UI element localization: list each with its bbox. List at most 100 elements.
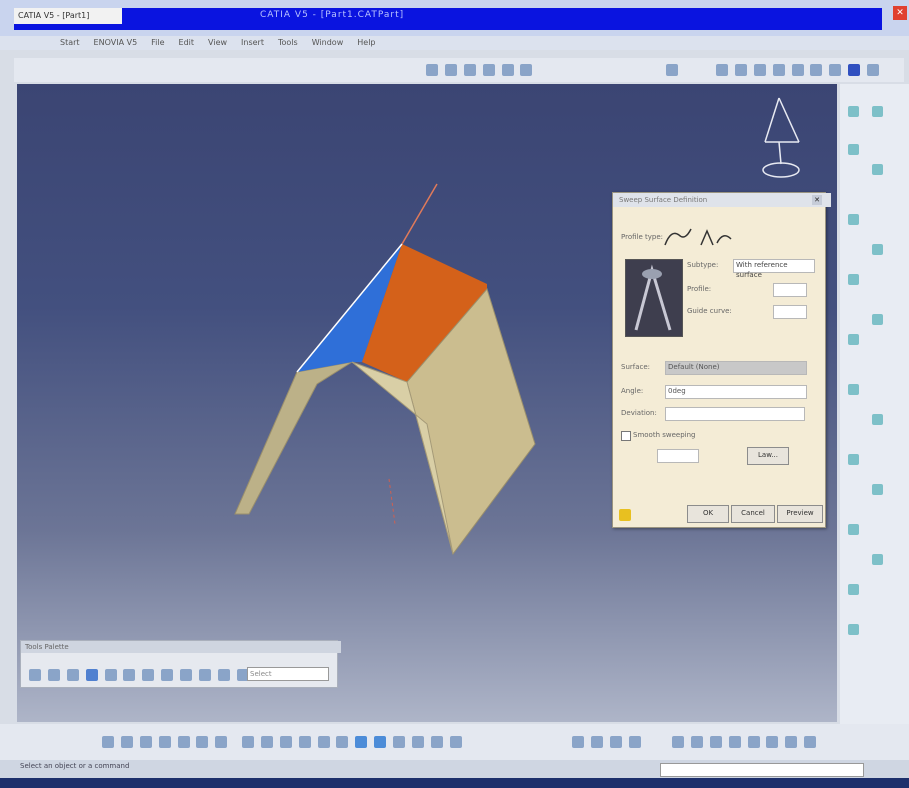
tool-icon[interactable]	[215, 736, 228, 748]
tool-icon[interactable]	[279, 736, 292, 748]
tool-icon[interactable]	[766, 736, 779, 748]
tool-icon[interactable]	[848, 334, 859, 345]
menu-window[interactable]: Window	[310, 36, 346, 50]
tool-icon[interactable]	[848, 214, 859, 225]
tool-icon[interactable]	[120, 736, 133, 748]
tool-icon[interactable]	[590, 736, 603, 748]
tool-icon[interactable]	[180, 669, 192, 681]
tool-icon[interactable]	[161, 669, 174, 681]
tool-icon[interactable]	[785, 736, 798, 748]
tool-icon[interactable]	[66, 669, 79, 681]
tool-icon[interactable]	[449, 736, 462, 748]
compass-icon[interactable]	[762, 97, 800, 178]
tool-icon[interactable]	[242, 736, 254, 748]
blend-icon[interactable]	[810, 64, 823, 76]
angular-correction-field[interactable]	[657, 449, 699, 463]
tool-icon[interactable]	[572, 736, 584, 748]
plane-icon[interactable]	[482, 64, 495, 76]
menu-file[interactable]: File	[149, 36, 166, 50]
tool-icon[interactable]	[872, 106, 883, 117]
tool-icon[interactable]	[85, 669, 98, 681]
profile-type-icons[interactable]	[661, 225, 741, 249]
preview-button[interactable]: Preview	[777, 505, 823, 523]
tool-icon[interactable]	[628, 736, 641, 748]
sweep-icon[interactable]	[753, 64, 766, 76]
tool-icon[interactable]	[47, 669, 60, 681]
curve-icon[interactable]	[501, 64, 514, 76]
guide-curve-field[interactable]	[773, 305, 807, 319]
command-input[interactable]	[660, 763, 864, 777]
tool-icon[interactable]	[260, 736, 273, 748]
tool-icon[interactable]	[872, 554, 883, 565]
tool-icon[interactable]	[177, 736, 190, 748]
tool-icon[interactable]	[872, 484, 883, 495]
menu-view[interactable]: View	[206, 36, 229, 50]
tool-icon[interactable]	[848, 524, 859, 535]
cancel-button[interactable]: Cancel	[731, 505, 775, 523]
tool-icon[interactable]	[336, 736, 349, 748]
angle-field[interactable]: 0deg	[665, 385, 807, 399]
tool-icon[interactable]	[102, 736, 114, 748]
menu-tools[interactable]: Tools	[276, 36, 300, 50]
app-title-tab[interactable]: CATIA V5 - [Part1]	[14, 8, 122, 24]
deviation-field[interactable]	[665, 407, 805, 421]
extrude-icon[interactable]	[716, 64, 728, 76]
tool-icon[interactable]	[848, 144, 859, 155]
menu-enovia[interactable]: ENOVIA V5	[92, 36, 140, 50]
trim-icon[interactable]	[867, 64, 879, 76]
tool-icon[interactable]	[848, 454, 859, 465]
line-icon[interactable]	[444, 64, 457, 76]
tool-icon[interactable]	[374, 736, 387, 748]
tool-icon[interactable]	[198, 669, 211, 681]
tool-icon[interactable]	[690, 736, 703, 748]
tool-icon[interactable]	[672, 736, 684, 748]
tool-icon[interactable]	[848, 584, 859, 595]
tool-icon[interactable]	[142, 669, 155, 681]
tool-icon[interactable]	[848, 106, 859, 117]
tool-icon[interactable]	[848, 274, 859, 285]
sketch-icon[interactable]	[426, 64, 438, 76]
tool-icon[interactable]	[609, 736, 622, 748]
subtype-select[interactable]: With reference surface	[733, 259, 815, 279]
tool-icon[interactable]	[355, 736, 368, 748]
revolve-icon[interactable]	[734, 64, 747, 76]
ok-button[interactable]: OK	[687, 505, 729, 523]
join-icon[interactable]	[829, 64, 842, 76]
tool-icon[interactable]	[139, 736, 152, 748]
law-button[interactable]: Law...	[747, 447, 789, 465]
tool-icon[interactable]	[217, 669, 230, 681]
line-profile-icon[interactable]	[700, 229, 732, 246]
profile-field[interactable]	[773, 283, 807, 297]
floating-toolbar-input[interactable]: Select	[247, 667, 329, 681]
tool-icon[interactable]	[104, 669, 117, 681]
tool-icon[interactable]	[804, 736, 817, 748]
menu-help[interactable]: Help	[355, 36, 377, 50]
loft-icon[interactable]	[791, 64, 804, 76]
tool-icon[interactable]	[317, 736, 330, 748]
point-icon[interactable]	[463, 64, 476, 76]
tool-icon[interactable]	[872, 414, 883, 425]
smooth-checkbox[interactable]	[621, 431, 631, 441]
select-icon[interactable]	[666, 64, 678, 76]
tool-icon[interactable]	[747, 736, 760, 748]
fill-icon[interactable]	[772, 64, 785, 76]
split-icon[interactable]	[848, 64, 861, 76]
tool-icon[interactable]	[728, 736, 741, 748]
tool-icon[interactable]	[393, 736, 405, 748]
tool-icon[interactable]	[872, 244, 883, 255]
menu-insert[interactable]: Insert	[239, 36, 266, 50]
tool-icon[interactable]	[29, 669, 41, 681]
tool-icon[interactable]	[709, 736, 722, 748]
tool-icon[interactable]	[196, 736, 209, 748]
tool-icon[interactable]	[411, 736, 424, 748]
tool-icon[interactable]	[848, 624, 859, 635]
explicit-profile-icon[interactable]	[664, 228, 692, 246]
tool-icon[interactable]	[430, 736, 443, 748]
surface-field[interactable]: Default (None)	[665, 361, 807, 375]
tool-icon[interactable]	[123, 669, 136, 681]
menu-edit[interactable]: Edit	[177, 36, 197, 50]
menu-start[interactable]: Start	[58, 36, 82, 50]
sweep-surface[interactable]	[234, 183, 536, 556]
close-icon[interactable]: ✕	[893, 6, 907, 20]
dialog-close-icon[interactable]: ✕	[812, 195, 822, 205]
